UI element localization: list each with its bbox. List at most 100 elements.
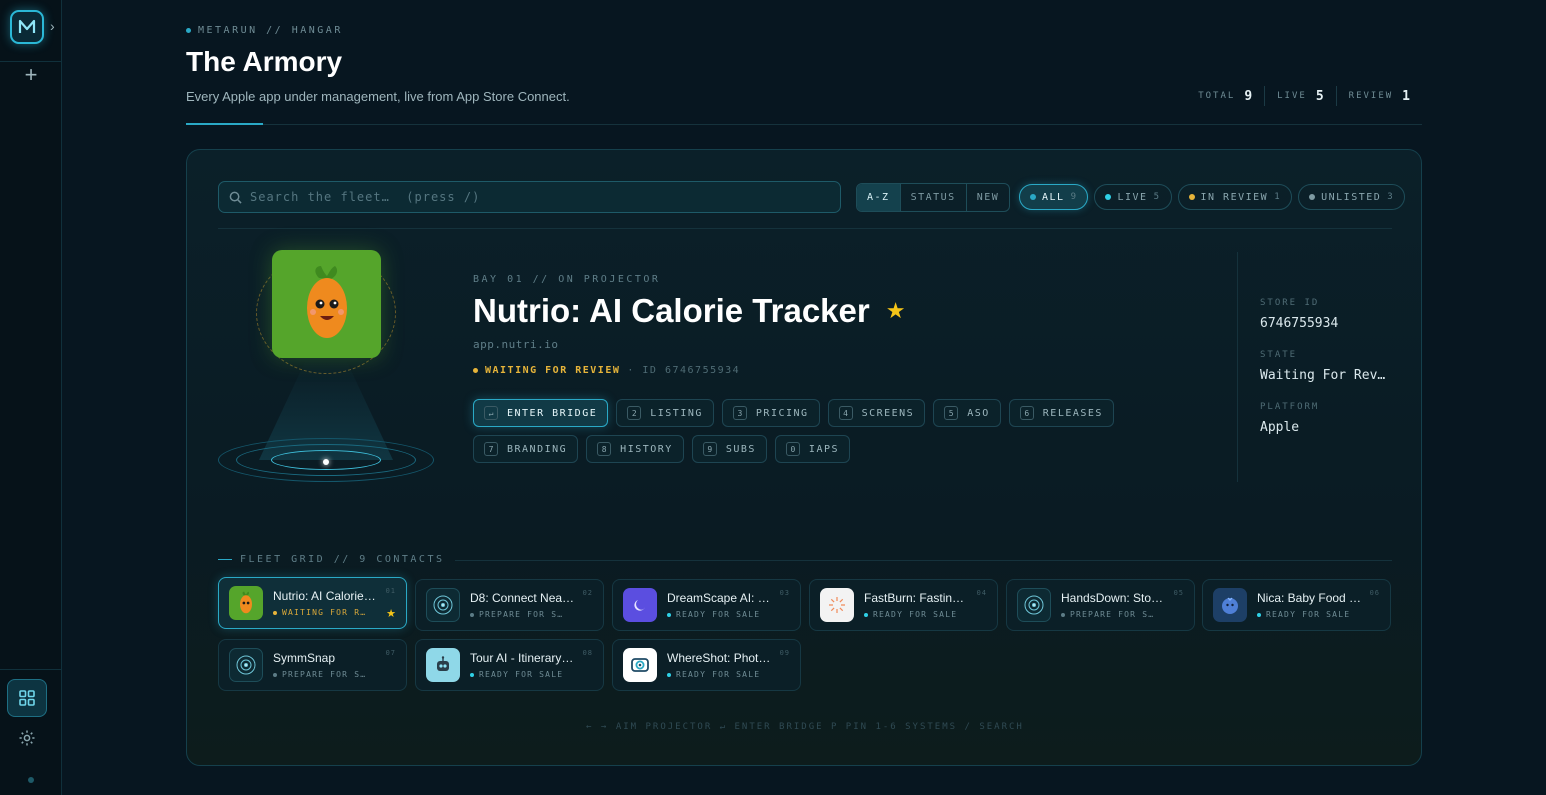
app-name-text: Nutrio: AI Calorie Tracker <box>473 292 870 329</box>
tile-status-text: READY FOR SALE <box>873 610 958 619</box>
search-input[interactable] <box>250 190 810 204</box>
history-button[interactable]: 8 HISTORY <box>586 435 684 463</box>
status-dot-icon <box>667 612 671 617</box>
subs-button[interactable]: 9 SUBS <box>691 435 767 463</box>
gear-icon[interactable] <box>16 727 38 749</box>
tile-status: READY FOR SALE <box>864 610 976 619</box>
blueberry-icon <box>1213 588 1247 622</box>
shortcut-key: 0 <box>785 442 800 456</box>
tile-number: 09 <box>779 649 790 657</box>
stat-live: LIVE 5 <box>1264 86 1336 106</box>
sort-new[interactable]: NEW <box>965 184 1010 211</box>
fleet-tile-dreamscape[interactable]: DreamScape AI: … READY FOR SALE 03 <box>612 579 801 631</box>
left-rail: › + <box>0 0 62 795</box>
stat-label: LIVE <box>1277 91 1307 101</box>
action-label: IAPS <box>808 443 840 455</box>
tile-name: FastBurn: Fastin… <box>864 591 965 605</box>
stat-value: 5 <box>1315 88 1324 104</box>
listing-button[interactable]: 2 LISTING <box>616 399 714 427</box>
app-id-text: · ID 6746755934 <box>627 365 741 376</box>
enter-bridge-button[interactable]: ↵ ENTER BRIDGE <box>473 399 609 427</box>
moon-icon <box>623 588 657 622</box>
status-text: WAITING FOR REVIEW <box>485 365 621 376</box>
releases-button[interactable]: 6 RELEASES <box>1008 399 1114 427</box>
fleet-tile-fastburn[interactable]: FastBurn: Fastin… READY FOR SALE 04 <box>809 579 998 631</box>
tile-status-text: READY FOR SALE <box>479 670 564 679</box>
filter-label: LIVE <box>1117 191 1148 203</box>
search-icon <box>229 191 242 204</box>
fleet-tile-tour-ai[interactable]: Tour AI - Itinerary… READY FOR SALE 08 <box>415 639 604 691</box>
filter-dot-icon <box>1309 194 1316 200</box>
stat-review: REVIEW 1 <box>1335 86 1422 106</box>
filter-all[interactable]: ALL 9 <box>1019 184 1089 210</box>
tile-name: HandsDown: Sto… <box>1061 591 1164 605</box>
filter-in-review[interactable]: IN REVIEW 1 <box>1177 184 1293 210</box>
filter-count: 3 <box>1387 192 1395 202</box>
fleet-tile-nutrio[interactable]: Nutrio: AI Calorie… WAITING FOR R… 01 ★ <box>218 577 407 629</box>
system-actions: ↵ ENTER BRIDGE 2 LISTING 3 PRICING 4 SCREENS… <box>473 399 1153 463</box>
filter-pills: ALL 9 LIVE 5 IN REVIEW 1 UNLISTED 3 <box>1019 184 1406 210</box>
action-label: LISTING <box>650 407 703 419</box>
shortcut-key: 3 <box>732 406 747 420</box>
action-label: SCREENS <box>861 407 915 419</box>
pricing-button[interactable]: 3 PRICING <box>721 399 820 427</box>
fleet-tile-d8[interactable]: D8: Connect Nea… PREPARE FOR S… 02 <box>415 579 604 631</box>
placeholder-icon <box>426 588 460 622</box>
filter-label: IN REVIEW <box>1200 191 1269 203</box>
pinned-star-icon: ★ <box>386 608 396 620</box>
screens-button[interactable]: 4 SCREENS <box>827 399 926 427</box>
expand-chevron-icon[interactable]: › <box>50 18 55 34</box>
metarun-logo-icon[interactable] <box>10 10 44 44</box>
header-divider-accent <box>186 123 263 125</box>
title-accent <box>218 559 232 560</box>
fleet-tile-whereshot[interactable]: WhereShot: Phot… READY FOR SALE 09 <box>612 639 801 691</box>
tile-name: DreamScape AI: … <box>667 591 770 605</box>
meta-value: Waiting For Rev… <box>1260 368 1386 383</box>
filter-label: UNLISTED <box>1321 191 1382 203</box>
fleet-title-text: FLEET GRID // 9 CONTACTS <box>240 554 445 565</box>
tile-number: 02 <box>582 589 593 597</box>
meta-store-id: STORE ID 6746755934 <box>1260 298 1338 331</box>
header-divider <box>186 124 1422 125</box>
add-icon[interactable]: + <box>20 64 42 86</box>
fleet-tile-handsdown[interactable]: HandsDown: Sto… PREPARE FOR S… 05 <box>1006 579 1195 631</box>
tile-status-text: PREPARE FOR S… <box>1070 610 1155 619</box>
fleet-tile-nica[interactable]: Nica: Baby Food … READY FOR SALE 06 <box>1202 579 1391 631</box>
filter-live[interactable]: LIVE 5 <box>1094 184 1172 210</box>
tile-number: 01 <box>385 587 396 595</box>
armory-panel: A-Z STATUS NEW ALL 9 LIVE 5 IN REVIEW 1 … <box>186 149 1422 766</box>
filter-count: 5 <box>1153 192 1161 202</box>
tile-status-text: READY FOR SALE <box>676 670 761 679</box>
page-subtitle: Every Apple app under management, live f… <box>186 89 570 104</box>
action-label: SUBS <box>725 443 756 455</box>
tile-status: READY FOR SALE <box>667 670 779 679</box>
shortcut-key: 8 <box>597 442 612 456</box>
meta-platform: PLATFORM Apple <box>1260 402 1319 435</box>
rail-divider <box>0 669 62 670</box>
meta-label: STORE ID <box>1260 298 1320 308</box>
burst-icon <box>820 588 854 622</box>
breadcrumb: METARUN // HANGAR <box>186 25 343 36</box>
grid-view-icon[interactable] <box>7 679 47 717</box>
stat-label: REVIEW <box>1348 91 1394 101</box>
branding-button[interactable]: 7 BRANDING <box>473 435 579 463</box>
shortcut-key: 5 <box>944 406 959 420</box>
tile-number: 03 <box>779 589 790 597</box>
filter-dot-icon <box>1030 194 1036 200</box>
carrot-icon <box>272 250 381 358</box>
shortcut-key: 9 <box>702 442 717 456</box>
camera-pin-icon <box>623 648 657 682</box>
pinned-star-icon[interactable]: ★ <box>886 298 906 324</box>
filter-unlisted[interactable]: UNLISTED 3 <box>1298 184 1406 210</box>
aso-button[interactable]: 5 ASO <box>933 399 1001 427</box>
carrot-icon <box>229 586 263 620</box>
sort-a-z[interactable]: A-Z <box>857 184 900 211</box>
sort-status[interactable]: STATUS <box>899 184 966 211</box>
search-box[interactable] <box>218 181 841 213</box>
fleet-grid-title: FLEET GRID // 9 CONTACTS <box>218 554 445 565</box>
fleet-tile-symmsnap[interactable]: SymmSnap PREPARE FOR S… 07 <box>218 639 407 691</box>
iaps-button[interactable]: 0 IAPS <box>774 435 851 463</box>
shortcut-key: 4 <box>838 406 853 420</box>
shortcut-key: 6 <box>1019 406 1034 420</box>
breadcrumb-text: METARUN // HANGAR <box>198 25 343 36</box>
